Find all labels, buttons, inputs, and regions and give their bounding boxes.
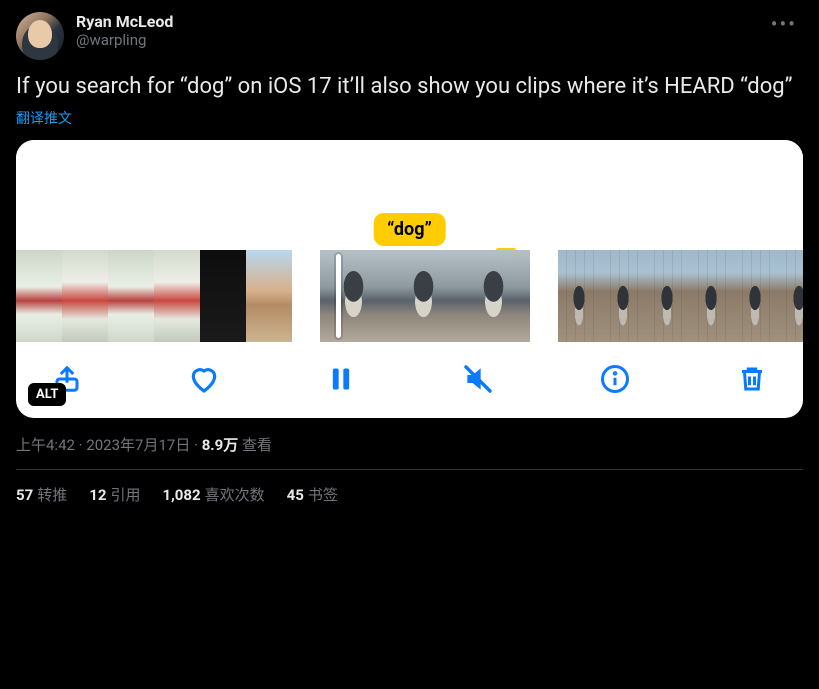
heart-icon bbox=[188, 363, 220, 395]
media-toolbar bbox=[16, 342, 803, 410]
pause-button[interactable] bbox=[324, 362, 358, 396]
thumbnail bbox=[690, 250, 734, 342]
info-button[interactable] bbox=[598, 362, 632, 396]
delete-button[interactable] bbox=[735, 362, 769, 396]
thumbnail bbox=[200, 250, 246, 342]
tweet-meta: 上午4:42 · 2023年7月17日 · 8.9万 查看 bbox=[16, 434, 803, 469]
search-term-badge: “dog” bbox=[373, 213, 446, 246]
thumbnail bbox=[602, 250, 646, 342]
stat-quotes[interactable]: 12引用 bbox=[89, 484, 140, 505]
thumbnail bbox=[108, 250, 154, 342]
media-header-area: “dog” bbox=[16, 140, 803, 250]
translate-link[interactable]: 翻译推文 bbox=[16, 108, 72, 128]
thumbnail bbox=[778, 250, 803, 342]
tweet-text: If you search for “dog” on iOS 17 it’ll … bbox=[16, 72, 803, 102]
speaker-muted-icon bbox=[462, 363, 494, 395]
info-icon bbox=[600, 364, 630, 394]
thumbnail bbox=[390, 250, 460, 342]
author-name: Ryan McLeod bbox=[76, 12, 753, 31]
clip-group-2[interactable] bbox=[320, 250, 530, 342]
thumbnail bbox=[62, 250, 108, 342]
media-card: “dog” bbox=[16, 140, 803, 418]
pause-icon bbox=[327, 365, 355, 393]
playhead[interactable] bbox=[336, 254, 341, 338]
thumbnail bbox=[16, 250, 62, 342]
clip-group-1[interactable] bbox=[16, 250, 292, 342]
stats-row: 57转推 12引用 1,082喜欢次数 45书签 bbox=[16, 470, 803, 505]
tweet-container: Ryan McLeod @warpling ••• If you search … bbox=[0, 0, 819, 517]
stat-bookmarks[interactable]: 45书签 bbox=[287, 484, 338, 505]
author-handle: @warpling bbox=[76, 31, 753, 49]
thumbnail bbox=[646, 250, 690, 342]
video-timeline[interactable] bbox=[16, 250, 803, 342]
thumbnail bbox=[320, 250, 390, 342]
trash-icon bbox=[737, 364, 767, 394]
tweet-header: Ryan McLeod @warpling ••• bbox=[16, 12, 803, 60]
alt-badge[interactable]: ALT bbox=[28, 383, 66, 406]
author-block[interactable]: Ryan McLeod @warpling bbox=[76, 12, 753, 49]
thumbnail bbox=[734, 250, 778, 342]
thumbnail bbox=[154, 250, 200, 342]
tweet-date[interactable]: 2023年7月17日 bbox=[86, 436, 190, 454]
more-icon[interactable]: ••• bbox=[765, 12, 803, 36]
tweet-time[interactable]: 上午4:42 bbox=[16, 436, 75, 454]
views-label: 查看 bbox=[238, 436, 272, 454]
thumbnail bbox=[246, 250, 292, 342]
thumbnail bbox=[460, 250, 530, 342]
like-button[interactable] bbox=[187, 362, 221, 396]
clip-group-3[interactable] bbox=[558, 250, 803, 342]
thumbnail bbox=[558, 250, 602, 342]
mute-button[interactable] bbox=[461, 362, 495, 396]
stat-retweets[interactable]: 57转推 bbox=[16, 484, 67, 505]
stat-likes[interactable]: 1,082喜欢次数 bbox=[162, 484, 264, 505]
avatar[interactable] bbox=[16, 12, 64, 60]
views-count: 8.9万 bbox=[202, 436, 239, 454]
